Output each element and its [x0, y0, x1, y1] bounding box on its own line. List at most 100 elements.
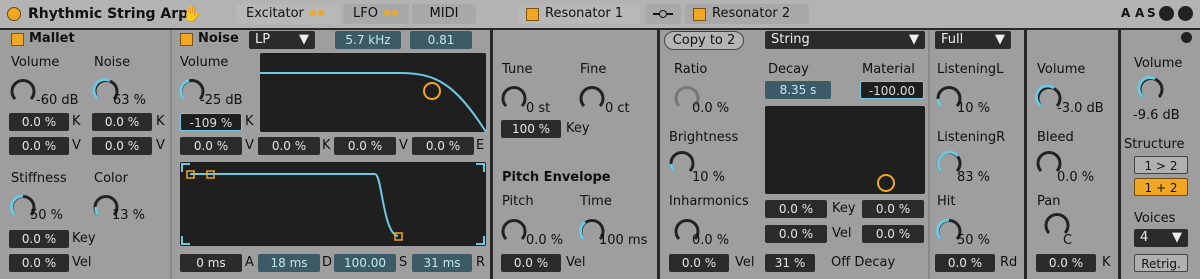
noise-toggle[interactable] — [180, 33, 193, 46]
mallet-volume-knob[interactable] — [10, 78, 36, 104]
mallet-volume-key-field[interactable]: 0.0 % — [9, 113, 69, 131]
material-field[interactable]: -100.00 — [860, 81, 924, 99]
color-label: Color — [94, 171, 128, 186]
time-value: 100 ms — [599, 233, 648, 248]
material-vel-field[interactable]: 0.0 % — [862, 225, 924, 243]
divider — [170, 30, 172, 279]
env-decay-field[interactable]: 18 ms — [258, 254, 320, 272]
mallet-noise-key-field[interactable]: 0.0 % — [92, 113, 152, 131]
decay-field[interactable]: 8.35 s — [765, 81, 831, 99]
inharmonics-value: 0.0 % — [692, 233, 730, 248]
decay-vel-field[interactable]: 0.0 % — [765, 225, 827, 243]
k-label: K — [322, 138, 331, 153]
v-label: V — [156, 138, 165, 153]
noise-mod-field-3[interactable]: 0.0 % — [334, 137, 396, 155]
pan-value: C — [1063, 233, 1073, 248]
a-button[interactable]: A — [1121, 6, 1130, 20]
pitch-value: 0.0 % — [526, 233, 564, 248]
structure-parallel-button[interactable]: 1 + 2 — [1134, 178, 1188, 196]
vel-label: Vel — [72, 255, 92, 270]
pan-key-field[interactable]: 0.0 % — [1036, 254, 1096, 272]
global-volume-knob[interactable] — [1137, 75, 1164, 102]
inharmonics-vel-field[interactable]: 0.0 % — [669, 254, 729, 272]
resonator-1-toggle[interactable] — [526, 8, 539, 21]
envelope-display[interactable] — [180, 162, 486, 246]
env-sustain-field[interactable]: 100.00 — [334, 254, 396, 272]
resonator-2-toggle[interactable] — [693, 8, 706, 21]
brightness-label: Brightness — [669, 130, 739, 145]
noise-freq-field[interactable]: 5.7 kHz — [335, 31, 401, 49]
settings-icon[interactable] — [1159, 6, 1174, 21]
tune-label: Tune — [502, 62, 533, 77]
stiffness-vel-field[interactable]: 0.0 % — [9, 254, 69, 272]
e-label: E — [476, 138, 485, 153]
resonator-type-select[interactable]: String ▼ — [765, 31, 925, 49]
mallet-volume-label: Volume — [11, 55, 60, 70]
dropdown-arrow-icon: ▼ — [909, 32, 919, 47]
env-release-field[interactable]: 31 ms — [412, 254, 472, 272]
dropdown-arrow-icon: ▼ — [995, 32, 1005, 47]
copy-to-2-button[interactable]: Copy to 2 — [664, 31, 744, 50]
a-button-2[interactable]: A — [1135, 6, 1144, 20]
bleed-value: 0.0 % — [1057, 170, 1095, 185]
time-label: Time — [580, 194, 612, 209]
noise-reso-field[interactable]: 0.81 — [410, 31, 472, 49]
noise-mod-field-1[interactable]: 0.0 % — [180, 137, 242, 155]
tune-key-field[interactable]: 100 % — [501, 120, 561, 138]
tab-resonator-1[interactable]: Resonator 1 — [518, 4, 640, 24]
structure-serial-button[interactable]: 1 > 2 — [1134, 156, 1188, 174]
pitch-knob[interactable] — [501, 218, 527, 244]
env-attack-field[interactable]: 0 ms — [180, 254, 242, 272]
a-label: A — [245, 255, 254, 270]
decay-key-field[interactable]: 0.0 % — [765, 200, 827, 218]
mallet-noise-value: 63 % — [113, 93, 147, 108]
s-label: S — [399, 255, 408, 270]
mod-dot-icon — [309, 10, 316, 16]
fine-value: 0 ct — [605, 101, 630, 116]
swap-resonators-button[interactable] — [645, 4, 681, 24]
stiffness-key-field[interactable]: 0.0 % — [9, 230, 69, 248]
output-volume-value: -3.0 dB — [1057, 101, 1104, 116]
noise-mod-field-2[interactable]: 0.0 % — [258, 137, 320, 155]
pitch-vel-field[interactable]: 0.0 % — [501, 254, 561, 272]
voices-label: Voices — [1134, 211, 1176, 226]
noise-filter-type-select[interactable]: LP ▼ — [249, 31, 315, 49]
s-button[interactable]: S — [1147, 6, 1156, 20]
mod-dot-icon — [383, 10, 390, 16]
mallet-volume-value: -60 dB — [36, 93, 79, 108]
tab-lfo[interactable]: LFO — [343, 4, 409, 24]
resonator-quality-select[interactable]: Full ▼ — [935, 31, 1011, 49]
device-on-toggle[interactable] — [7, 7, 21, 21]
save-icon[interactable] — [1178, 6, 1193, 21]
tab-midi[interactable]: MIDI — [412, 4, 476, 24]
listening-r-label: ListeningR — [937, 130, 1006, 145]
mallet-toggle[interactable] — [11, 33, 24, 46]
mallet-noise-label: Noise — [94, 55, 131, 70]
fine-knob[interactable] — [579, 85, 605, 111]
material-key-field[interactable]: 0.0 % — [862, 200, 924, 218]
noise-volume-label: Volume — [180, 55, 229, 70]
dropdown-arrow-icon: ▼ — [1172, 230, 1182, 245]
off-decay-field[interactable]: 31 % — [765, 254, 815, 272]
r-label: R — [476, 255, 486, 270]
noise-volume-key-field[interactable]: -109 % — [180, 113, 242, 131]
retrig-button[interactable]: Retrig. — [1134, 254, 1188, 272]
device-title[interactable]: Rhythmic String Arp — [28, 6, 188, 22]
filter-curve-display[interactable] — [260, 53, 487, 133]
tune-knob[interactable] — [501, 85, 527, 111]
ratio-label: Ratio — [674, 62, 708, 77]
tab-midi-label: MIDI — [429, 6, 459, 21]
resonator-type-value: String — [771, 32, 810, 47]
noise-mod-field-4[interactable]: 0.0 % — [412, 137, 474, 155]
structure-label: Structure — [1124, 137, 1185, 152]
hit-value: 50 % — [957, 233, 991, 248]
tab-excitator[interactable]: Excitator — [236, 4, 340, 24]
tab-resonator-2[interactable]: Resonator 2 — [685, 4, 809, 24]
hand-icon[interactable]: ✋ — [182, 4, 202, 23]
mallet-noise-vel-field[interactable]: 0.0 % — [92, 137, 152, 155]
mallet-volume-vel-field[interactable]: 0.0 % — [9, 137, 69, 155]
hit-rd-field[interactable]: 0.0 % — [935, 254, 995, 272]
voices-select[interactable]: 4 ▼ — [1134, 229, 1188, 247]
decay-material-xy-pad[interactable] — [765, 106, 925, 194]
tab-excitator-label: Excitator — [246, 6, 304, 21]
